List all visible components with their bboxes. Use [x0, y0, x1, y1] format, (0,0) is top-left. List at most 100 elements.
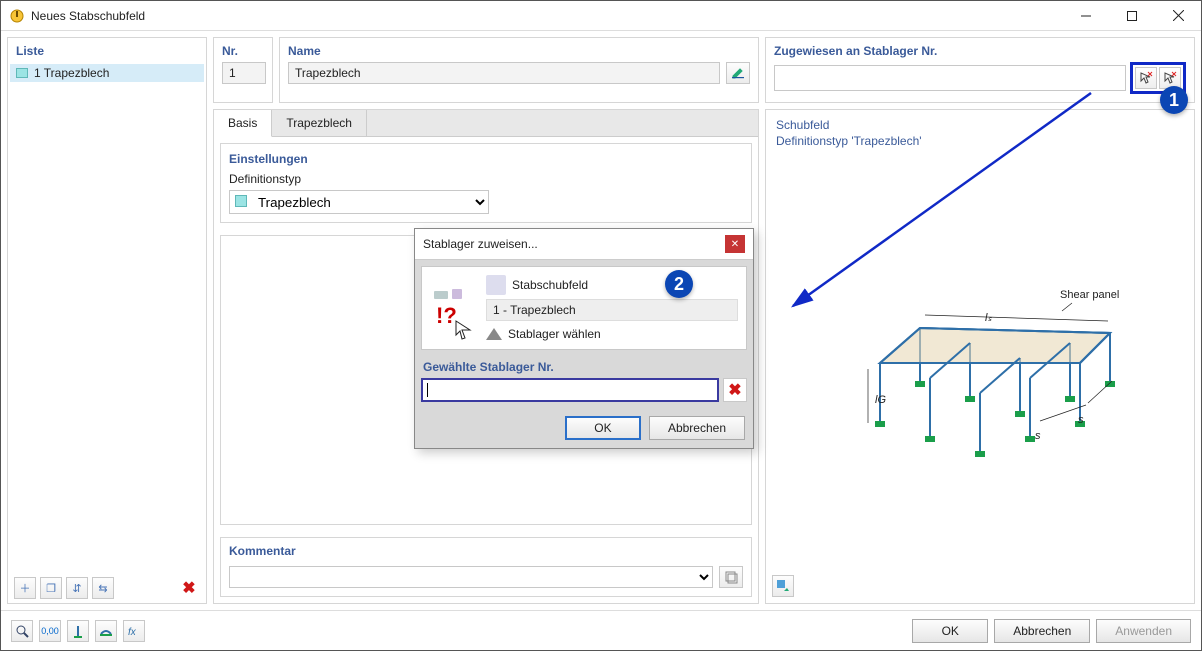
list-header: Liste — [8, 38, 206, 62]
dialog-footer: 0,00 fx OK Abbrechen Anwenden — [1, 610, 1201, 650]
tab-basis[interactable]: Basis — [214, 110, 272, 137]
preview-line1: Schubfeld — [776, 118, 1184, 134]
close-button[interactable] — [1155, 1, 1201, 30]
svg-text:Shear panel: Shear panel — [1060, 289, 1119, 301]
tool-b-button[interactable] — [95, 620, 117, 642]
tool-c-button[interactable]: fx — [123, 620, 145, 642]
structure-illustration: Shear panel lₛ lG s s — [830, 253, 1130, 473]
window-title: Neues Stabschubfeld — [31, 9, 1063, 23]
preview-line2: Definitionstyp 'Trapezblech' — [776, 134, 1184, 150]
plus-icon: ＋ — [20, 580, 31, 596]
cancel-button[interactable]: Abbrechen — [994, 619, 1090, 643]
callout-2: 2 — [665, 270, 693, 298]
cursor-x2-icon — [1163, 71, 1177, 85]
clear-selection-button[interactable]: ✖ — [723, 378, 747, 402]
dialog-window: Neues Stabschubfeld Liste 1 Trapezblech … — [0, 0, 1202, 651]
content-row: Basis Trapezblech Einstellungen Definiti… — [213, 109, 1195, 604]
name-input[interactable]: Trapezblech — [288, 62, 720, 84]
cursor-x-icon — [1139, 71, 1153, 85]
preview-settings-button[interactable] — [772, 575, 794, 597]
maximize-button[interactable] — [1109, 1, 1155, 30]
name-header: Name — [280, 38, 758, 62]
selected-input[interactable] — [421, 378, 719, 402]
zugewiesen-panel: Zugewiesen an Stablager Nr. 1 — [765, 37, 1195, 103]
ok-button[interactable]: OK — [912, 619, 988, 643]
svg-text:!?: !? — [436, 303, 457, 328]
nr-value[interactable]: 1 — [222, 62, 266, 84]
triangle-icon — [486, 328, 502, 340]
right-column: Nr. 1 Name Trapezblech Zugewiesen a — [213, 37, 1195, 604]
main-area: Liste 1 Trapezblech ＋ ❐ ⇵ ⇆ ✖ Nr. — [1, 31, 1201, 610]
deftype-select[interactable]: Trapezblech — [229, 190, 489, 214]
color-swatch-icon — [235, 195, 247, 207]
window-controls — [1063, 1, 1201, 30]
tab-strip: Basis Trapezblech — [214, 110, 758, 137]
tool-a-button[interactable] — [67, 620, 89, 642]
gear-arrow-icon — [776, 579, 790, 593]
assign-ok-button[interactable]: OK — [565, 416, 641, 440]
assign-cancel-button[interactable]: Abbrechen — [649, 416, 745, 440]
new-button[interactable]: ＋ — [14, 577, 36, 599]
svg-text:s: s — [1035, 430, 1041, 442]
plate-icon — [99, 624, 113, 638]
list-toolbar: ＋ ❐ ⇵ ⇆ ✖ — [8, 573, 206, 603]
tab-trapezblech[interactable]: Trapezblech — [272, 110, 367, 137]
svg-text:lₛ: lₛ — [985, 312, 992, 324]
preview-toolbar — [766, 569, 1194, 603]
magnifier-icon — [15, 624, 29, 638]
app-icon — [9, 8, 25, 24]
minimize-button[interactable] — [1063, 1, 1109, 30]
library-icon — [724, 570, 738, 584]
selected-label: Gewählte Stablager Nr. — [423, 360, 745, 374]
callout-1: 1 — [1160, 86, 1188, 114]
list-panel: Liste 1 Trapezblech ＋ ❐ ⇵ ⇆ ✖ — [7, 37, 207, 604]
svg-text:fx: fx — [128, 627, 137, 638]
nr-panel: Nr. 1 — [213, 37, 273, 103]
preview-panel: Schubfeld Definitionstyp 'Trapezblech' — [765, 109, 1195, 604]
preview-body: Shear panel lₛ lG s s — [766, 157, 1194, 569]
pick-single-button[interactable] — [1135, 67, 1157, 89]
sort-icon: ⇵ — [72, 582, 81, 595]
panel-icon — [486, 275, 506, 295]
edit-name-button[interactable] — [726, 62, 750, 84]
assign-dialog-buttons: OK Abbrechen — [415, 408, 753, 448]
choose-label: Stablager wählen — [508, 327, 601, 341]
assign-dialog-title: Stablager zuweisen... — [423, 237, 725, 251]
reorder-icon: ⇆ — [98, 582, 107, 595]
list-item[interactable]: 1 Trapezblech — [10, 64, 204, 82]
nr-header: Nr. — [214, 38, 272, 62]
apply-button[interactable]: Anwenden — [1096, 619, 1191, 643]
comment-header: Kommentar — [221, 538, 751, 560]
color-swatch-icon — [16, 68, 28, 78]
comment-select[interactable] — [229, 566, 713, 588]
comment-library-button[interactable] — [719, 566, 743, 588]
question-cursor-icon: !? — [430, 275, 476, 341]
zugewiesen-input[interactable] — [774, 65, 1126, 91]
stabschubfeld-label: Stabschubfeld — [512, 278, 588, 292]
copy-icon: ❐ — [46, 582, 56, 595]
delete-icon: ✖ — [182, 578, 195, 598]
titlebar: Neues Stabschubfeld — [1, 1, 1201, 31]
copy-button[interactable]: ❐ — [40, 577, 62, 599]
settings-group: Einstellungen Definitionstyp Trapezblech — [220, 143, 752, 223]
units-button[interactable]: 0,00 — [39, 620, 61, 642]
units-icon: 0,00 — [41, 626, 59, 636]
assign-card: !? Stabschubfeld 1 - Trapezbl — [421, 266, 747, 350]
delete-button[interactable]: ✖ — [178, 577, 200, 599]
svg-text:lG: lG — [875, 394, 886, 406]
deftype-combo-wrap: Trapezblech — [229, 190, 489, 214]
assign-dialog-close[interactable]: ✕ — [725, 235, 745, 253]
center-column: Basis Trapezblech Einstellungen Definiti… — [213, 109, 759, 604]
deftype-label: Definitionstyp — [229, 172, 549, 186]
reorder-button[interactable]: ⇆ — [92, 577, 114, 599]
assign-dialog: Stablager zuweisen... ✕ 2 !? — [414, 228, 754, 449]
zugewiesen-header: Zugewiesen an Stablager Nr. — [766, 38, 1194, 62]
fx-icon: fx — [127, 624, 141, 638]
current-item[interactable]: 1 - Trapezblech — [486, 299, 738, 321]
settings-header: Einstellungen — [229, 152, 743, 166]
column-icon — [71, 624, 85, 638]
assign-dialog-titlebar: Stablager zuweisen... ✕ — [415, 229, 753, 260]
sort-button[interactable]: ⇵ — [66, 577, 88, 599]
help-button[interactable] — [11, 620, 33, 642]
list-body: 1 Trapezblech — [8, 62, 206, 573]
